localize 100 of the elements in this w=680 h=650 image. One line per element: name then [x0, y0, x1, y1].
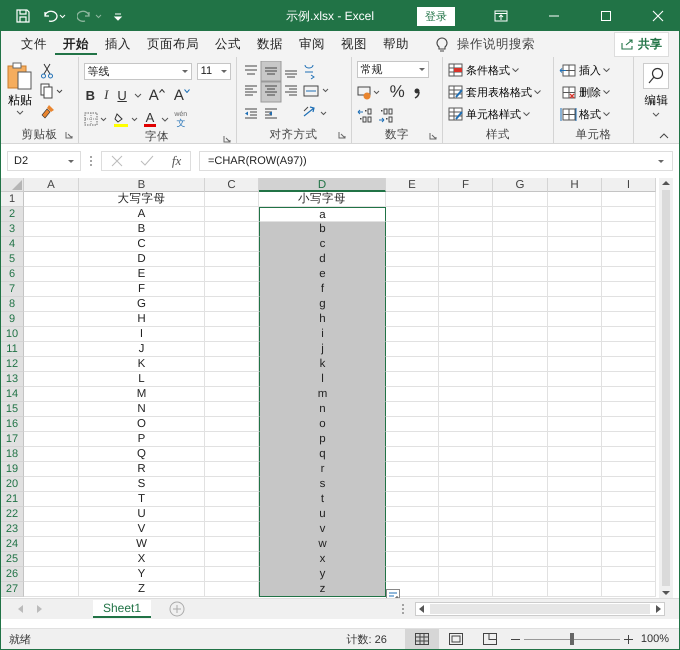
split-handle-icon[interactable]	[401, 603, 405, 615]
row-header[interactable]: 2	[1, 207, 24, 222]
row-header[interactable]: 23	[1, 522, 24, 537]
redo-icon[interactable]	[77, 8, 103, 24]
login-button[interactable]: 登录	[417, 6, 455, 26]
ribbon-tab[interactable]: 帮助	[375, 33, 417, 55]
dialog-launcher-icon[interactable]	[64, 131, 73, 139]
row-header[interactable]: 21	[1, 492, 24, 507]
row-header[interactable]: 1	[1, 192, 24, 207]
column-header[interactable]: H	[548, 178, 602, 192]
shrink-font-button[interactable]: A	[172, 86, 192, 104]
zoom-slider-thumb[interactable]	[570, 633, 574, 645]
paste-button[interactable]: 粘贴	[6, 61, 34, 125]
ribbon-tab[interactable]: 插入	[97, 33, 139, 55]
row-header[interactable]: 16	[1, 417, 24, 432]
copy-icon[interactable]	[40, 83, 64, 99]
format-button[interactable]: I	[102, 87, 110, 103]
ribbon-tab[interactable]: 视图	[333, 33, 375, 55]
column-header[interactable]: I	[602, 178, 656, 192]
scroll-left-icon[interactable]	[419, 605, 425, 613]
table-cell	[493, 522, 548, 537]
decrease-decimal-icon[interactable]	[378, 108, 394, 124]
row-header[interactable]: 12	[1, 357, 24, 372]
ribbon-tab[interactable]: 数据	[249, 33, 291, 55]
name-box[interactable]: D2	[7, 151, 81, 171]
row-header[interactable]: 4	[1, 237, 24, 252]
row-header[interactable]: 25	[1, 552, 24, 567]
font-size-dropdown[interactable]: 11	[196, 62, 231, 80]
number-format-dropdown[interactable]: 常规	[356, 61, 429, 78]
row-header[interactable]: 17	[1, 432, 24, 447]
scroll-right-icon[interactable]	[655, 605, 661, 613]
row-header[interactable]: 8	[1, 297, 24, 312]
row-header[interactable]: 22	[1, 507, 24, 522]
row-header[interactable]: 19	[1, 462, 24, 477]
increase-decimal-icon[interactable]	[356, 108, 373, 124]
search-field[interactable]: 操作说明搜索	[457, 36, 614, 52]
column-header[interactable]: D	[259, 178, 386, 192]
format-button[interactable]: B	[84, 88, 98, 102]
ribbon-display-icon[interactable]	[494, 10, 508, 22]
sheet-tab[interactable]: Sheet1	[93, 600, 152, 618]
dialog-launcher-icon[interactable]	[429, 132, 438, 140]
column-header[interactable]: E	[386, 178, 439, 192]
row-header[interactable]: 26	[1, 567, 24, 582]
column-header[interactable]: B	[79, 178, 205, 192]
dialog-launcher-icon[interactable]	[222, 135, 231, 143]
column-header[interactable]: A	[24, 178, 79, 192]
ribbon-tab[interactable]: 文件	[13, 33, 55, 55]
share-button[interactable]: 共享	[614, 32, 669, 56]
maximize-icon[interactable]	[600, 10, 612, 22]
close-icon[interactable]	[652, 10, 664, 22]
row-header[interactable]: 18	[1, 447, 24, 462]
scissors-icon[interactable]	[40, 63, 54, 79]
zoom-in-icon[interactable]	[624, 634, 633, 644]
styles-menu-button[interactable]: 套用表格格式	[448, 83, 548, 101]
formula-field[interactable]: =CHAR(ROW(A97))	[199, 151, 673, 171]
save-icon[interactable]	[15, 8, 31, 24]
format-button[interactable]: U	[115, 88, 129, 102]
row-header[interactable]: 5	[1, 252, 24, 267]
column-header[interactable]: G	[493, 178, 548, 192]
vertical-scrollbar[interactable]	[659, 178, 673, 598]
grow-font-button[interactable]: A	[146, 86, 167, 104]
insert-function-button[interactable]: fx	[172, 153, 182, 169]
ribbon-tab[interactable]: 公式	[207, 33, 249, 55]
styles-menu-button[interactable]: 单元格样式	[448, 105, 548, 123]
ribbon-tab[interactable]: 开始	[55, 33, 97, 55]
row-header[interactable]: 10	[1, 327, 24, 342]
row-header[interactable]: 13	[1, 372, 24, 387]
row-header[interactable]: 14	[1, 387, 24, 402]
cells-menu-button[interactable]: 删除	[559, 83, 628, 101]
ribbon-tab[interactable]: 页面布局	[139, 33, 207, 55]
percent-button[interactable]: %	[388, 82, 407, 102]
row-header[interactable]: 3	[1, 222, 24, 237]
row-header[interactable]: 27	[1, 582, 24, 597]
cells-menu-button[interactable]: 格式	[559, 105, 628, 123]
normal-view-button[interactable]	[404, 629, 439, 649]
row-header[interactable]: 7	[1, 282, 24, 297]
cells-menu-button[interactable]: 插入	[559, 61, 628, 79]
row-header[interactable]: 6	[1, 267, 24, 282]
scroll-down-icon[interactable]	[661, 590, 671, 596]
editing-button[interactable]: 编辑	[644, 93, 668, 108]
column-header[interactable]: F	[439, 178, 493, 192]
scroll-up-icon[interactable]	[661, 180, 671, 186]
collapse-ribbon-icon[interactable]	[659, 133, 669, 139]
row-header[interactable]: 24	[1, 537, 24, 552]
column-header[interactable]: C	[205, 178, 259, 192]
borders-icon[interactable]	[84, 112, 108, 126]
search-icon[interactable]	[643, 63, 670, 89]
row-header[interactable]: 15	[1, 402, 24, 417]
dialog-launcher-icon[interactable]	[338, 131, 346, 139]
styles-menu-button[interactable]: 条件格式	[448, 61, 548, 79]
fill-color-icon[interactable]	[112, 111, 139, 127]
font-color-button[interactable]: A	[144, 112, 156, 126]
row-header[interactable]: 11	[1, 342, 24, 357]
ribbon-tab[interactable]: 审阅	[291, 33, 333, 55]
checkmark-icon[interactable]	[140, 155, 154, 167]
font-name-dropdown[interactable]: 等线	[84, 62, 192, 80]
paintbrush-icon[interactable]	[40, 103, 56, 119]
horizontal-scrollbar[interactable]	[415, 602, 665, 616]
row-header[interactable]: 9	[1, 312, 24, 327]
row-header[interactable]: 20	[1, 477, 24, 492]
